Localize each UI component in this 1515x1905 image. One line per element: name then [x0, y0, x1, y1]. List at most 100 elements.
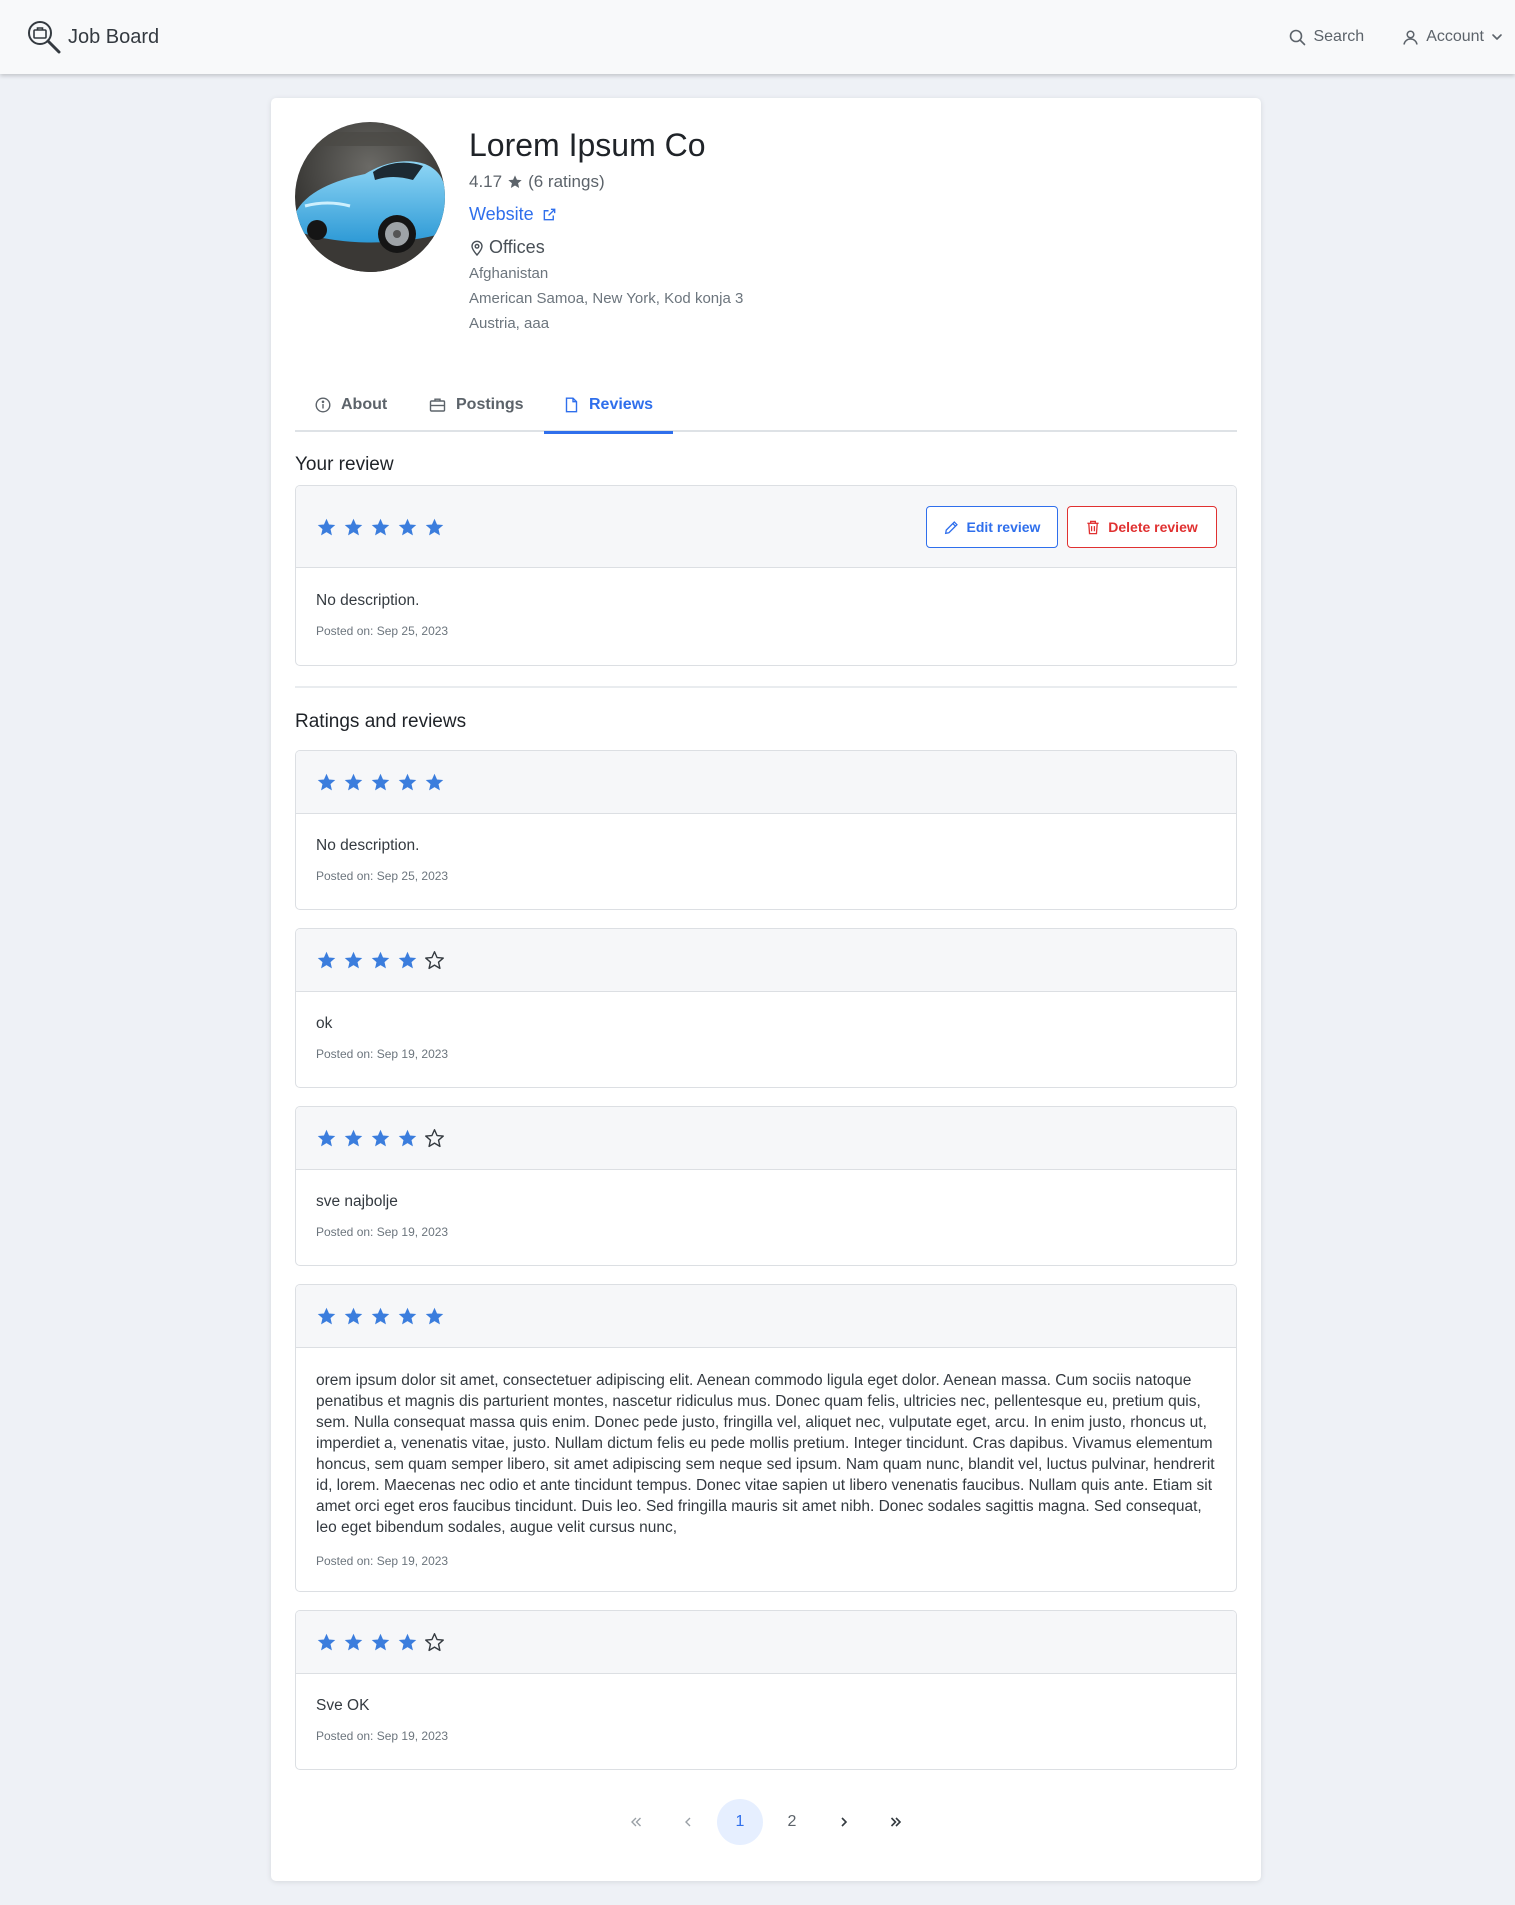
- first-page-button[interactable]: [613, 1799, 659, 1845]
- rating-stars: [316, 772, 445, 793]
- office-location: Afghanistan: [469, 265, 549, 282]
- edit-review-button[interactable]: Edit review: [926, 506, 1058, 548]
- star-filled-icon: [424, 1306, 445, 1327]
- star-filled-icon: [316, 772, 337, 793]
- trash-icon: [1086, 520, 1100, 535]
- brand-link[interactable]: Job Board: [27, 19, 159, 55]
- tab-about[interactable]: About: [295, 378, 407, 432]
- section-divider: [295, 686, 1237, 688]
- website-label: Website: [469, 204, 534, 224]
- tab-label: About: [341, 396, 388, 413]
- review-text: Sve OK: [316, 1697, 370, 1714]
- star-filled-icon: [316, 517, 337, 538]
- star-filled-icon: [343, 950, 364, 971]
- tab-postings[interactable]: Postings: [409, 378, 544, 432]
- star-filled-icon: [343, 772, 364, 793]
- company-rating: 4.17 (6 ratings): [469, 172, 743, 192]
- rating-stars: [316, 1632, 445, 1653]
- review-card: ok Posted on: Sep 19, 2023: [295, 928, 1237, 1088]
- review-card: sve najbolje Posted on: Sep 19, 2023: [295, 1106, 1237, 1266]
- tab-label: Postings: [456, 396, 524, 413]
- review-date: Posted on: Sep 19, 2023: [316, 1729, 449, 1743]
- review-text: No description.: [316, 837, 420, 854]
- office-location: Austria, aaa: [469, 315, 550, 332]
- review-card: orem ipsum dolor sit amet, consectetuer …: [295, 1284, 1237, 1592]
- star-filled-icon: [343, 1632, 364, 1653]
- nav-account-dropdown[interactable]: Account: [1402, 28, 1503, 46]
- next-page-button[interactable]: [821, 1799, 867, 1845]
- review-date: Posted on: Sep 19, 2023: [316, 1554, 449, 1568]
- star-filled-icon: [424, 772, 445, 793]
- rating-stars: [316, 1128, 445, 1149]
- office-location: American Samoa, New York, Kod konja 3: [469, 290, 744, 307]
- website-link[interactable]: Website: [469, 204, 743, 225]
- star-filled-icon: [424, 517, 445, 538]
- company-tabs: About Postings Reviews: [295, 378, 1237, 434]
- nav-account-label: Account: [1426, 28, 1484, 45]
- offices-label: Offices: [489, 237, 545, 257]
- user-icon: [1402, 29, 1419, 46]
- star-filled-icon: [316, 950, 337, 971]
- rating-stars: [316, 950, 445, 971]
- star-filled-icon: [370, 772, 391, 793]
- briefcase-icon: [429, 397, 446, 413]
- star-filled-icon: [316, 1632, 337, 1653]
- review-card: Sve OK Posted on: Sep 19, 2023: [295, 1610, 1237, 1770]
- external-link-icon: [542, 207, 557, 222]
- brand-name: Job Board: [68, 25, 160, 48]
- star-empty-icon: [424, 950, 445, 971]
- rating-stars: [316, 517, 445, 538]
- star-filled-icon: [397, 950, 418, 971]
- chevron-left-icon: [681, 1815, 695, 1829]
- star-filled-icon: [397, 1632, 418, 1653]
- pencil-icon: [944, 520, 959, 535]
- star-filled-icon: [397, 772, 418, 793]
- review-date: Posted on: Sep 25, 2023: [316, 869, 449, 883]
- star-filled-icon: [397, 1306, 418, 1327]
- star-empty-icon: [424, 1128, 445, 1149]
- star-filled-icon: [370, 950, 391, 971]
- company-card: Lorem Ipsum Co 4.17 (6 ratings) Website …: [271, 98, 1261, 1881]
- info-icon: [315, 397, 331, 413]
- star-icon: [507, 174, 523, 190]
- magnifier-briefcase-logo-icon: [27, 20, 61, 54]
- review-text: orem ipsum dolor sit amet, consectetuer …: [316, 1372, 1215, 1536]
- your-review-heading: Your review: [295, 454, 394, 475]
- page-number-button[interactable]: 2: [769, 1799, 815, 1845]
- star-filled-icon: [343, 517, 364, 538]
- chevrons-left-icon: [629, 1815, 643, 1829]
- nav-search-label: Search: [1313, 28, 1365, 45]
- page-number-button[interactable]: 1: [717, 1799, 763, 1845]
- company-name: Lorem Ipsum Co: [469, 127, 706, 163]
- ratings-count: (6 ratings): [528, 172, 605, 191]
- rating-value: 4.17: [469, 172, 503, 191]
- review-card: No description. Posted on: Sep 25, 2023: [295, 750, 1237, 910]
- pagination: 1 2: [271, 1798, 1261, 1846]
- review-text: No description.: [316, 592, 420, 609]
- nav-search-link[interactable]: Search: [1289, 28, 1364, 46]
- star-filled-icon: [343, 1306, 364, 1327]
- top-navbar: Job Board Search Account: [0, 0, 1515, 74]
- review-text: ok: [316, 1015, 333, 1032]
- last-page-button[interactable]: [873, 1799, 919, 1845]
- star-empty-icon: [424, 1632, 445, 1653]
- previous-page-button[interactable]: [665, 1799, 711, 1845]
- edit-review-label: Edit review: [966, 519, 1041, 535]
- document-icon: [564, 397, 579, 413]
- star-filled-icon: [343, 1128, 364, 1149]
- chevron-down-icon: [1491, 31, 1503, 43]
- delete-review-button[interactable]: Delete review: [1067, 506, 1217, 548]
- review-date: Posted on: Sep 25, 2023: [316, 624, 449, 638]
- star-filled-icon: [316, 1306, 337, 1327]
- location-pin-icon: [469, 240, 485, 256]
- review-date: Posted on: Sep 19, 2023: [316, 1225, 449, 1239]
- search-icon: [1289, 29, 1306, 46]
- delete-review-label: Delete review: [1108, 519, 1198, 535]
- star-filled-icon: [397, 1128, 418, 1149]
- rating-stars: [316, 1306, 445, 1327]
- tab-reviews[interactable]: Reviews: [544, 378, 674, 434]
- review-text: sve najbolje: [316, 1193, 398, 1210]
- review-date: Posted on: Sep 19, 2023: [316, 1047, 449, 1061]
- offices-heading: Offices: [469, 237, 743, 258]
- star-filled-icon: [316, 1128, 337, 1149]
